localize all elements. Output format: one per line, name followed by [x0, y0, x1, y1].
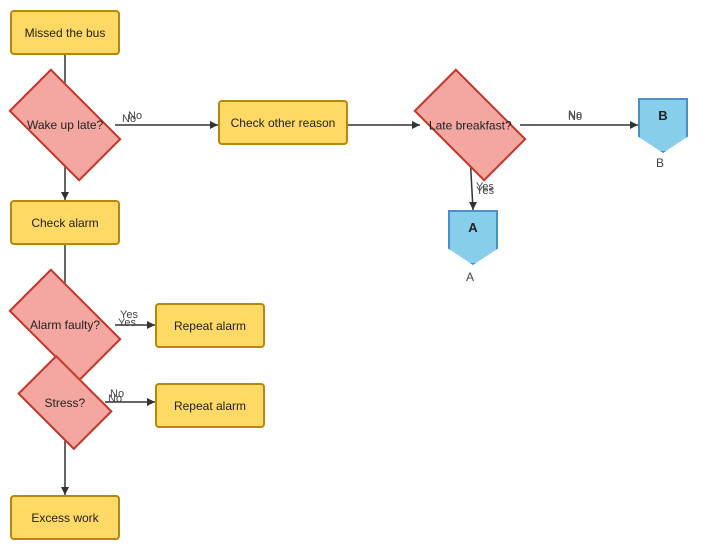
- node-stress: Stress?: [17, 355, 112, 450]
- arrow-label-yes-breakfast: Yes: [476, 185, 494, 197]
- node-check-alarm: Check alarm: [10, 200, 120, 245]
- connector-b-label: B: [656, 156, 664, 170]
- arrow-label-yes-alarm: Yes: [118, 317, 136, 329]
- node-connector-b: B: [638, 98, 688, 153]
- node-excess-work: Excess work: [10, 495, 120, 540]
- node-repeat-alarm-1: Repeat alarm: [155, 303, 265, 348]
- arrow-label-no-wakeup: No: [122, 113, 136, 125]
- node-missed-bus: Missed the bus: [10, 10, 120, 55]
- arrows-svg: No No Yes Yes No: [0, 0, 706, 553]
- connector-a-label: A: [466, 270, 474, 284]
- node-connector-a: A: [448, 210, 498, 265]
- arrow-label-no-stress: No: [108, 393, 122, 405]
- node-late-breakfast: Late breakfast?: [413, 68, 526, 181]
- node-repeat-alarm-2: Repeat alarm: [155, 383, 265, 428]
- flowchart: No No Yes Yes No Missed th: [0, 0, 706, 553]
- node-check-other-reason: Check other reason: [218, 100, 348, 145]
- node-wake-up-late: Wake up late?: [8, 68, 121, 181]
- arrow-label-no-breakfast: No: [568, 111, 582, 123]
